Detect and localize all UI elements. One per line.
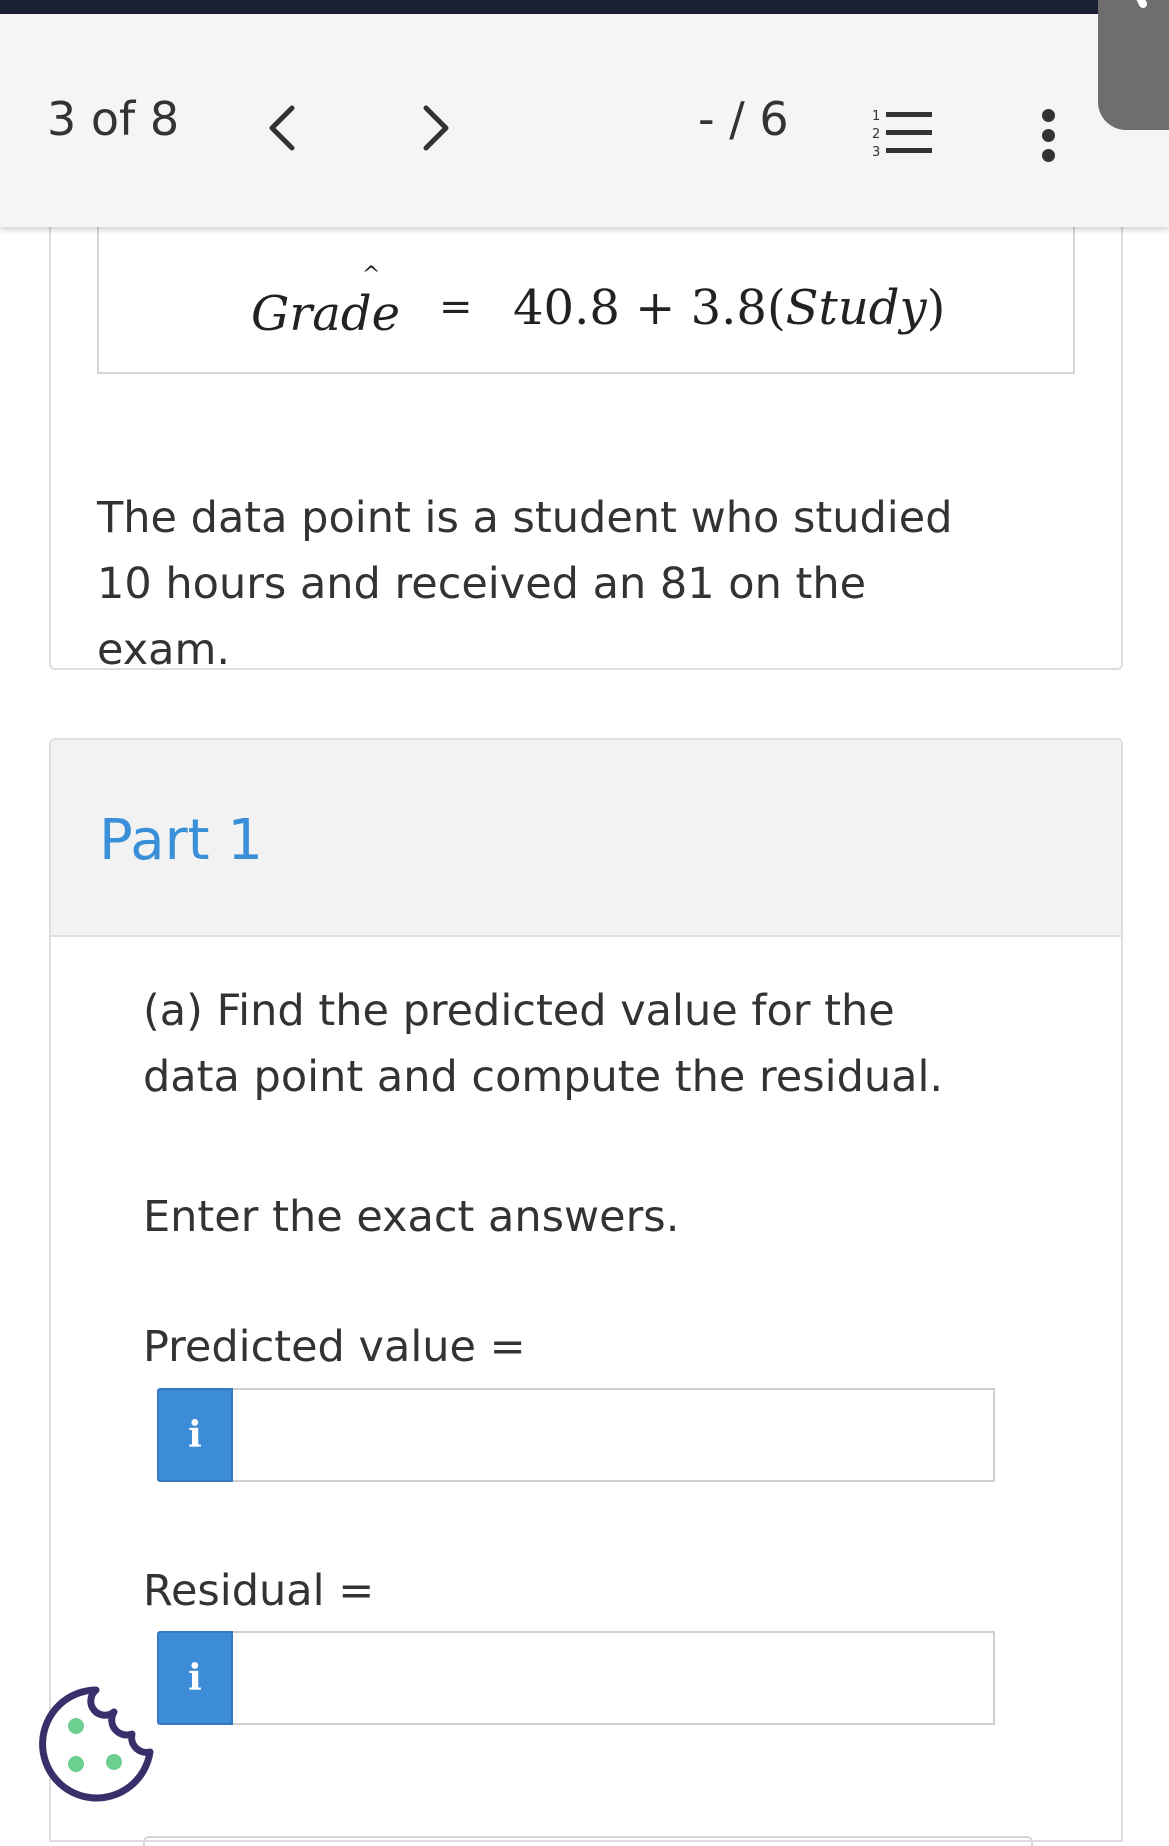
- info-icon[interactable]: i: [157, 1631, 233, 1725]
- residual-input[interactable]: [233, 1631, 995, 1725]
- equation-rhs-suffix: ): [926, 280, 946, 336]
- equation-equals: =: [439, 284, 473, 330]
- question-counter: 3 of 8: [47, 92, 180, 146]
- chevron-left-icon: [269, 105, 295, 151]
- part-prompt: (a) Find the predicted value for the dat…: [143, 986, 944, 1102]
- info-icon[interactable]: i: [157, 1388, 233, 1482]
- next-question-button[interactable]: [412, 98, 460, 158]
- more-options-button[interactable]: [1034, 109, 1062, 169]
- equation-rhs-variable: Study: [785, 280, 927, 336]
- predicted-value-label: Predicted value =: [143, 1322, 526, 1372]
- equation-lhs: Grade: [251, 286, 401, 342]
- numbered-list-icon: 1 2 3: [872, 109, 932, 160]
- cookie-settings-button[interactable]: [34, 1682, 158, 1806]
- svg-text:1: 1: [872, 109, 880, 124]
- part-title: Part 1: [99, 808, 263, 873]
- equation-rhs: 40.8 + 3.8(Study): [513, 280, 945, 336]
- question-toolbar: 3 of 8 - / 6 1 2 3: [0, 14, 1169, 227]
- question-card: ^ Grade = 40.8 + 3.8(Study) The data poi…: [49, 190, 1123, 675]
- residual-label: Residual =: [143, 1566, 375, 1616]
- predicted-value-field: i: [157, 1388, 995, 1482]
- part-card: Part 1 (a) Find the predicted value for …: [49, 738, 1123, 1846]
- residual-field: i: [157, 1631, 995, 1725]
- more-vertical-icon: [1034, 109, 1062, 162]
- question-list-button[interactable]: 1 2 3: [872, 106, 934, 162]
- cookie-icon: [39, 1686, 154, 1802]
- part-instruction: Enter the exact answers.: [143, 1192, 680, 1242]
- previous-question-button[interactable]: [258, 98, 306, 158]
- question-score: - / 6: [698, 92, 789, 146]
- side-panel-tab[interactable]: [1098, 0, 1169, 130]
- top-strip: [0, 0, 1169, 14]
- part-header: Part 1: [51, 740, 1121, 937]
- svg-text:2: 2: [872, 127, 880, 142]
- chevron-right-icon: [423, 105, 449, 151]
- side-panel-tab-icon: [1136, 0, 1147, 8]
- predicted-value-input[interactable]: [233, 1388, 995, 1482]
- question-description: The data point is a student who studied …: [97, 493, 953, 675]
- svg-text:3: 3: [872, 145, 880, 160]
- equation-hat: ^: [362, 263, 381, 288]
- next-card-edge: [143, 1836, 1033, 1846]
- equation-rhs-prefix: 40.8 + 3.8(: [513, 280, 786, 336]
